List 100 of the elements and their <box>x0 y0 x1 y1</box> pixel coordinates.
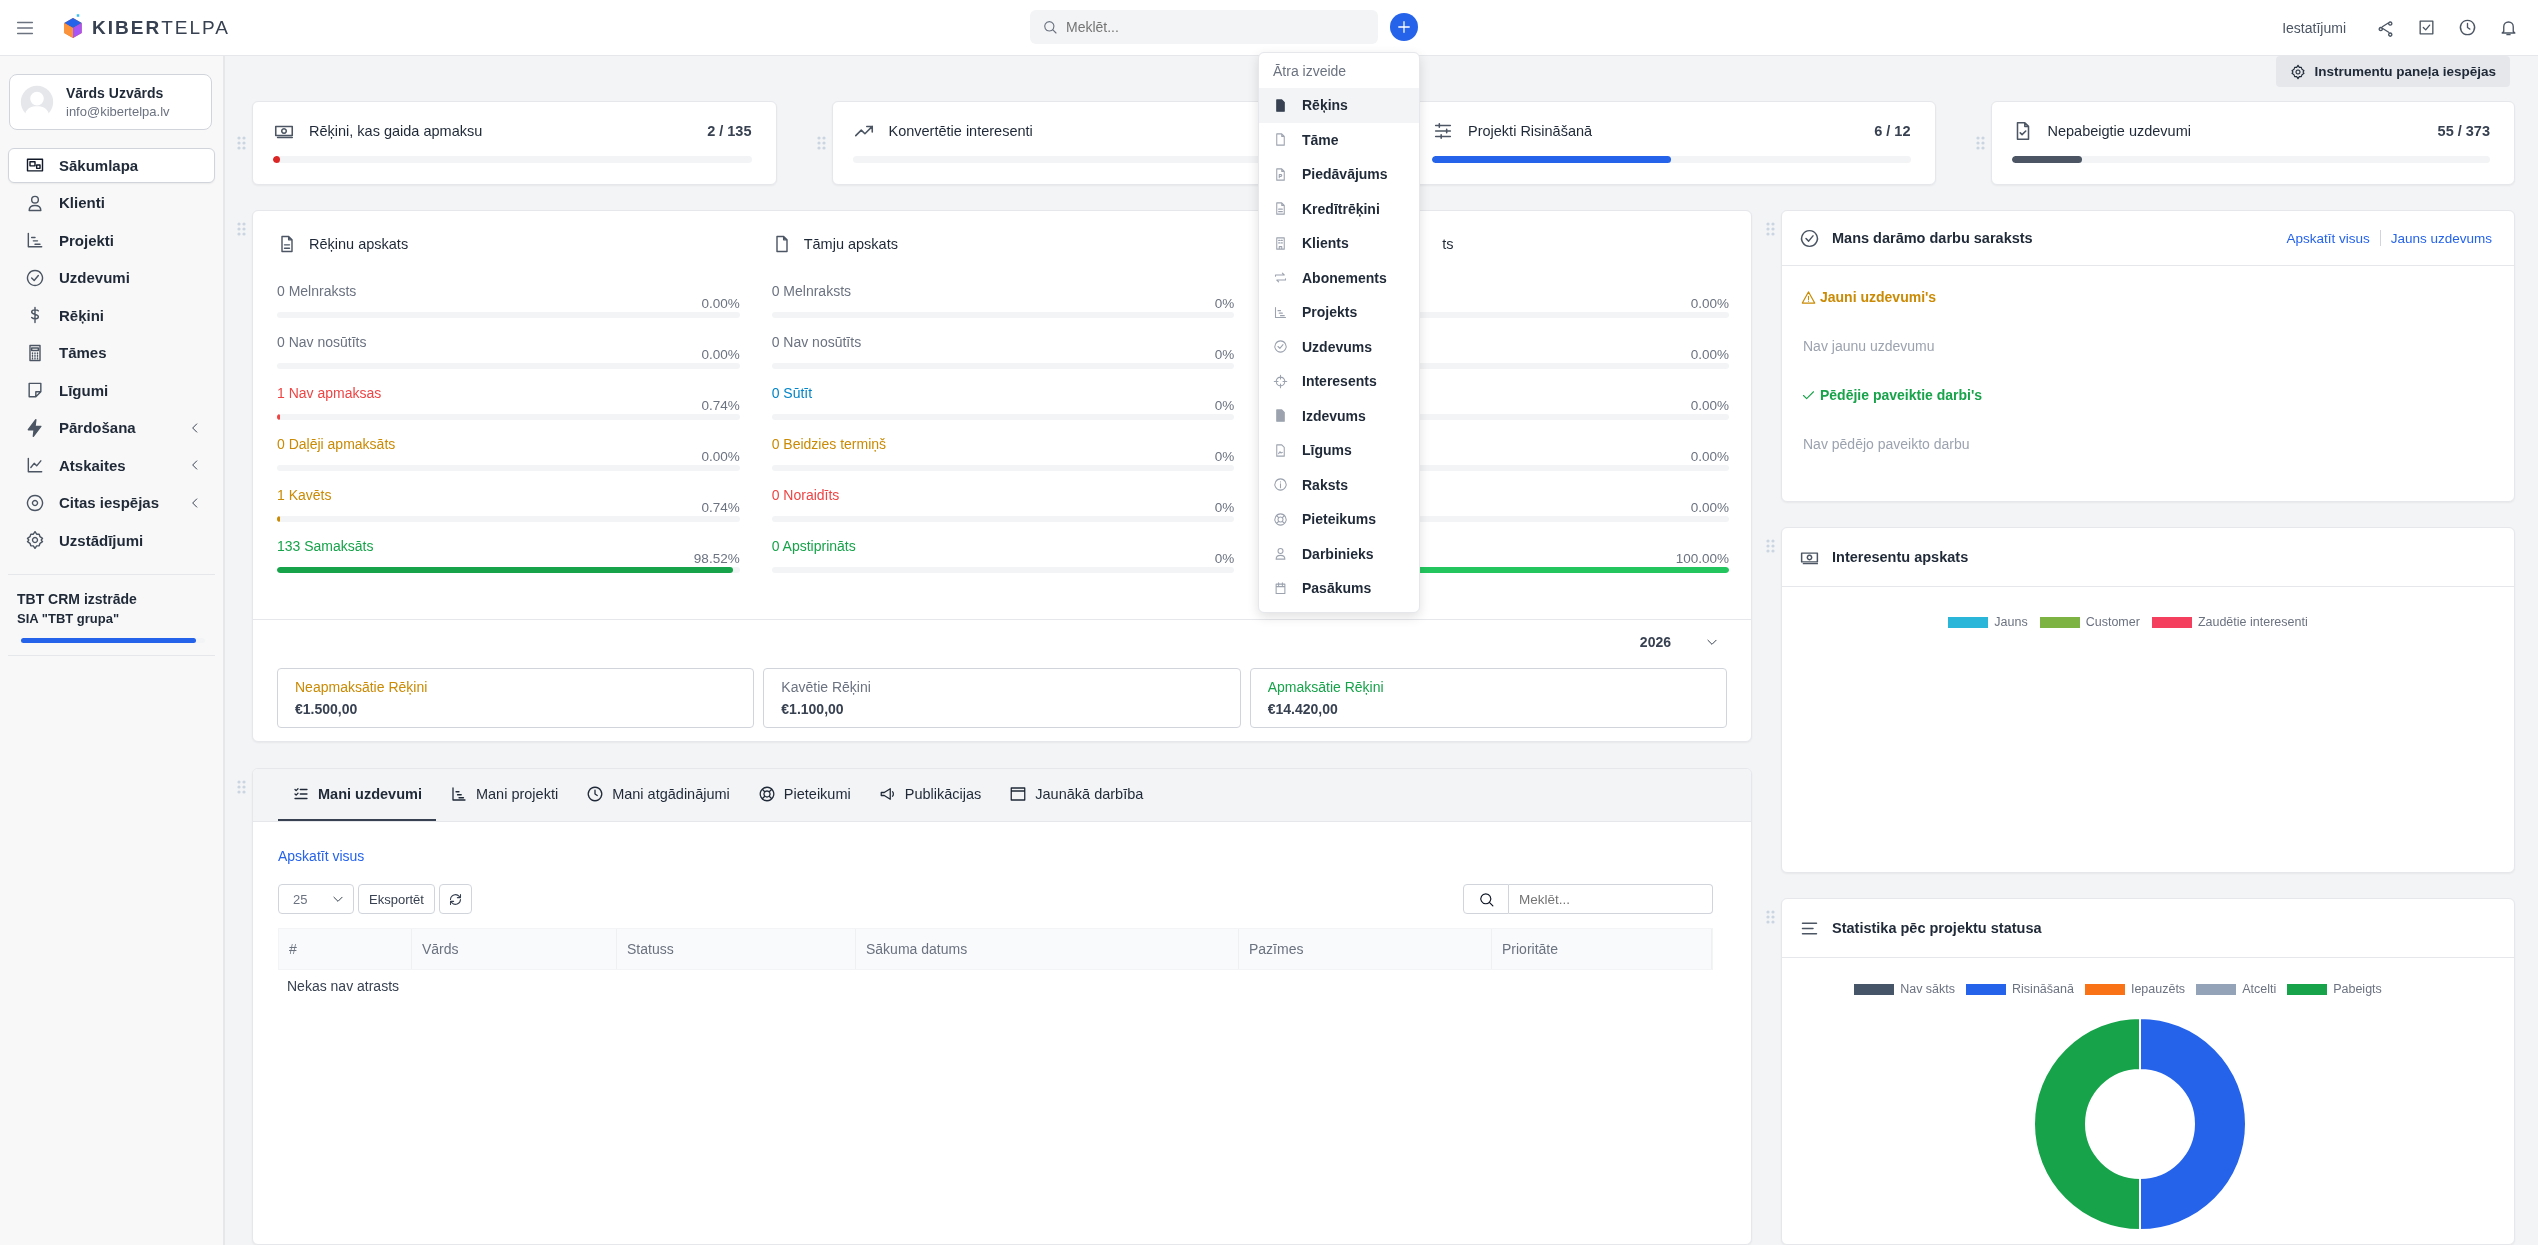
search-field[interactable]: Meklēt... <box>1030 10 1378 44</box>
percentage: 0.00% <box>1690 500 1729 515</box>
tab[interactable]: Jaunākā darbība <box>995 769 1158 821</box>
user-name: Vārds Uzvārds <box>66 85 165 101</box>
dashboard-options-button[interactable]: Instrumentu paneļa iespējas <box>2276 56 2510 87</box>
page-size-select[interactable]: 25 <box>278 884 354 914</box>
tab[interactable]: Pieteikumi <box>743 769 865 821</box>
menu-item[interactable]: Klients <box>1259 226 1419 261</box>
stat-title: Konvertētie interesenti <box>888 123 1034 139</box>
logo-text: KIBERTELPA <box>92 16 230 39</box>
menu-item[interactable]: Kredītrēķini <box>1259 191 1419 226</box>
status-label: 0 Melnraksts <box>277 283 357 299</box>
percentage: 0.00% <box>701 347 740 362</box>
stat-count: 6 / 12 <box>1874 123 1911 139</box>
status-label: 0 Nav nosūtīts <box>277 334 367 350</box>
percentage: 0% <box>1214 551 1235 566</box>
percentage: 0.74% <box>701 398 740 413</box>
menu-item[interactable]: Raksts <box>1259 467 1419 502</box>
percentage: 0% <box>1214 347 1235 362</box>
legend-label: Zaudētie interesenti <box>2197 615 2308 629</box>
section-title: Tāmju apskats <box>803 236 898 252</box>
empty-message: Nav pēdējo paveikto darbu <box>1802 435 1971 454</box>
status-label: 1 Nav apmaksas <box>277 385 382 401</box>
percentage: 0.00% <box>701 296 740 311</box>
tab[interactable]: Mani uzdevumi <box>278 769 436 821</box>
menu-item[interactable]: Pasākums <box>1259 571 1419 606</box>
empty-message: Nav jaunu uzdevumu <box>1802 337 1936 356</box>
stat-title: Projekti Risināšanā <box>1468 123 1594 139</box>
export-button[interactable]: Eksportēt <box>358 884 435 914</box>
tab[interactable]: Publikācijas <box>864 769 996 821</box>
percentage: 0% <box>1214 500 1235 515</box>
menu-title: Ātra izveide <box>1272 62 1348 81</box>
sidebar-item[interactable]: Sākumlapa <box>8 148 215 183</box>
percentage: 0% <box>1214 398 1235 413</box>
percentage: 0% <box>1214 449 1235 464</box>
status-label: 0 Sūtīt <box>771 385 813 401</box>
tab[interactable]: Mani atgādinājumi <box>572 769 744 821</box>
status-label: 0 Noraidīts <box>771 487 840 503</box>
sidebar-item[interactable]: Uzdevumi <box>8 260 215 295</box>
sidebar-item[interactable]: Rēķini <box>8 298 215 333</box>
status-label: 0 Beidzies termiņš <box>771 436 887 452</box>
sidebar-item[interactable]: Tāmes <box>8 335 215 370</box>
menu-item[interactable]: Projekts <box>1259 295 1419 330</box>
column-header: Prioritāte <box>1492 929 1712 969</box>
percentage: 0.74% <box>701 500 740 515</box>
panel-link[interactable]: Jauns uzdevums <box>2390 230 2492 246</box>
menu-item[interactable]: Līgums <box>1259 433 1419 468</box>
panel-title: Statistika pēc projektu statusa <box>1832 920 2043 936</box>
sidebar-item[interactable]: Klienti <box>8 185 215 220</box>
menu-item[interactable]: Piedāvājums <box>1259 157 1419 192</box>
menu-item[interactable]: Interesents <box>1259 364 1419 399</box>
total-amount: €14.420,00 <box>1267 701 1339 717</box>
sidebar-item[interactable]: Projekti <box>8 223 215 258</box>
settings-link[interactable]: Iestatījumi <box>2282 19 2346 36</box>
column-header: Pazīmes <box>1239 929 1492 969</box>
panel-link[interactable]: Apskatīt visus <box>2286 230 2370 246</box>
section-title: Rēķinu apskats <box>309 236 409 252</box>
company-name: SIA "TBT grupa" <box>17 610 121 626</box>
legend-label: Pabeigts <box>2333 982 2382 996</box>
column-header: Sākuma datums <box>856 929 1239 969</box>
legend-label: Customer <box>2085 615 2140 629</box>
status-label: 133 Samaksāts <box>277 538 374 554</box>
menu-item[interactable]: Darbinieks <box>1259 536 1419 571</box>
status-label: 0 Apstiprināts <box>771 538 856 554</box>
search-field[interactable]: Meklēt... <box>1509 884 1713 914</box>
tab[interactable]: Mani projekti <box>435 769 573 821</box>
legend-label: Risināšanā <box>2012 982 2074 996</box>
menu-item[interactable]: Uzdevums <box>1259 329 1419 364</box>
panel-title: Interesentu apskats <box>1832 549 1970 565</box>
legend-label: Nav sākts <box>1900 982 1956 996</box>
status-label: 1 Kavēts <box>277 487 332 503</box>
menu-item[interactable]: Rēķins <box>1259 88 1419 123</box>
legend-label: Atcelti <box>2242 982 2277 996</box>
legend-label: Jauns <box>1994 615 2028 629</box>
column-header: Vārds <box>412 929 617 969</box>
panel-title: Mans darāmo darbu saraksts <box>1832 230 2034 246</box>
stat-count: 55 / 373 <box>2437 123 2490 139</box>
menu-item[interactable]: Abonements <box>1259 260 1419 295</box>
section-heading: Jauni uzdevumi's <box>1820 289 1937 305</box>
menu-item[interactable]: Izdevums <box>1259 398 1419 433</box>
sidebar-item[interactable]: Uzstādījumi <box>8 523 215 558</box>
column-header: Statuss <box>617 929 856 969</box>
stat-title: Rēķini, kas gaida apmaksu <box>309 123 484 139</box>
stat-title: Nepabeigtie uzdevumi <box>2047 123 2192 139</box>
workspace-title: TBT CRM izstrāde <box>17 590 138 607</box>
percentage: 0.00% <box>701 449 740 464</box>
sidebar-item[interactable]: Līgumi <box>8 373 215 408</box>
sidebar-item[interactable]: Citas iespējas <box>8 485 215 520</box>
user-card[interactable]: Vārds Uzvārds info@kibertelpa.lv <box>9 74 212 130</box>
menu-item[interactable]: Pieteikums <box>1259 502 1419 537</box>
user-email: info@kibertelpa.lv <box>66 104 170 119</box>
menu-item[interactable]: Tāme <box>1259 122 1419 157</box>
percentage: 0.00% <box>1690 296 1729 311</box>
sidebar-item[interactable]: Pārdošana <box>8 410 215 445</box>
empty-message: Nekas nav atrasts <box>286 977 401 994</box>
sidebar-item[interactable]: Atskaites <box>8 448 215 483</box>
view-all-link[interactable]: Apskatīt visus <box>278 848 1726 864</box>
year-select[interactable]: 2026 <box>1631 628 1727 656</box>
status-label: 0 Melnraksts <box>771 283 851 299</box>
percentage: 98.52% <box>693 551 740 566</box>
